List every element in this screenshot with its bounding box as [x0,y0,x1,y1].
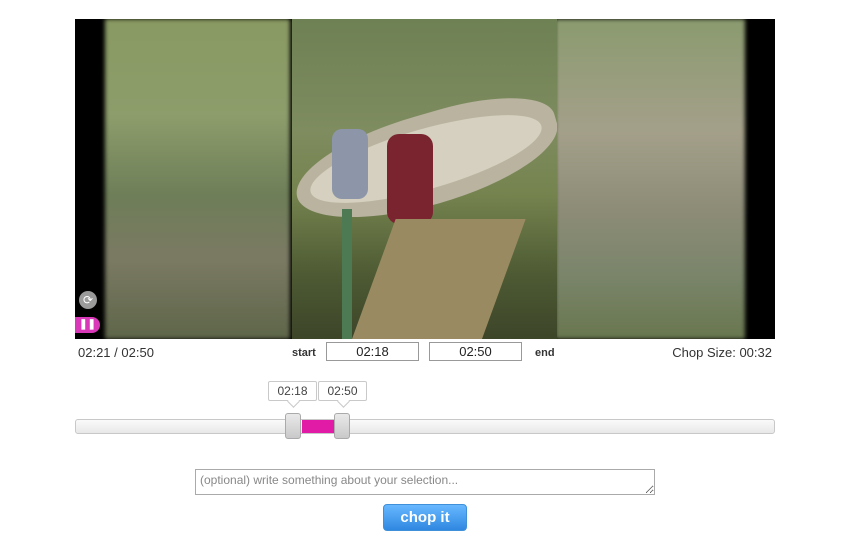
start-label: start [292,347,316,359]
selection-note-input[interactable] [195,469,655,495]
start-handle[interactable] [285,413,301,439]
duration: 02:50 [121,345,154,360]
chop-size-label: Chop Size: [672,345,740,360]
video-blur-right [555,19,745,339]
pause-icon[interactable]: ❚❚ [75,317,100,333]
time-separator: / [110,345,122,360]
video-blur-left [105,19,290,339]
end-tooltip: 02:50 [318,381,367,401]
loop-icon[interactable]: ⟳ [79,291,97,309]
chop-size-value: 00:32 [739,345,772,360]
end-time-input[interactable] [429,342,522,361]
end-handle[interactable] [334,413,350,439]
playback-time: 02:21 / 02:50 [78,345,154,360]
start-tooltip: 02:18 [268,381,317,401]
end-label: end [535,347,555,359]
chop-size: Chop Size: 00:32 [672,345,772,360]
selected-range [302,420,336,433]
video-frame [292,19,557,339]
chop-it-button[interactable]: chop it [383,504,467,531]
video-player[interactable]: ⟳ ❚❚ [75,19,775,339]
timeline-slider[interactable] [75,419,775,434]
start-time-input[interactable] [326,342,419,361]
current-time: 02:21 [78,345,111,360]
